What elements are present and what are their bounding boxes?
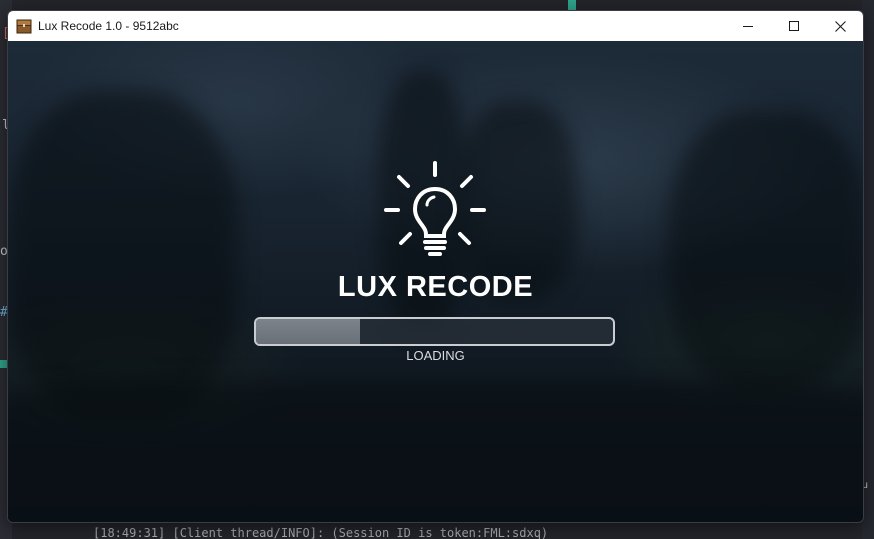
chest-block-icon [16, 18, 32, 34]
background-tree-silhouette [8, 91, 238, 421]
close-button[interactable] [817, 11, 863, 41]
loading-progress-fill [256, 319, 360, 344]
maximize-icon [789, 21, 799, 31]
minimize-icon [743, 26, 753, 27]
loading-progress-bar [254, 317, 615, 346]
lightbulb-icon [384, 161, 486, 259]
maximize-button[interactable] [771, 11, 817, 41]
console-log-line: [18:49:31] [Client thread/INFO]: (Sessio… [93, 526, 549, 539]
brand-title: LUX RECODE [337, 271, 534, 303]
window-title: Lux Recode 1.0 - 9512abc [38, 19, 179, 33]
loading-label: LOADING [406, 348, 465, 363]
background-ground-silhouette [8, 381, 863, 522]
window-controls [725, 11, 863, 41]
game-launcher-window: Lux Recode 1.0 - 9512abc LUX RECODE LOAD… [7, 10, 864, 523]
splash-screen: LUX RECODE LOADING [8, 41, 863, 522]
title-bar[interactable]: Lux Recode 1.0 - 9512abc [8, 11, 863, 41]
minimize-button[interactable] [725, 11, 771, 41]
close-icon [834, 20, 846, 32]
